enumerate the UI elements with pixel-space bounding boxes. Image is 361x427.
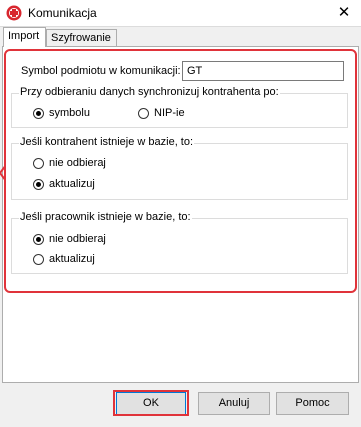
tab-import[interactable]: Import <box>3 27 46 47</box>
radio-contractor-update[interactable]: aktualizuj <box>33 178 95 190</box>
radio-contractor-skip[interactable]: nie odbieraj <box>33 157 106 169</box>
radio-employee-update[interactable]: aktualizuj <box>33 253 95 265</box>
radio-contractor-update-label: aktualizuj <box>49 178 95 190</box>
radio-sync-symbol[interactable]: symbolu <box>33 107 90 119</box>
symbol-input[interactable]: GT <box>182 61 344 81</box>
dialog-window: Komunikacja ✕ Import Szyfrowanie Symbol … <box>0 0 361 427</box>
radio-button-icon <box>33 107 44 119</box>
radio-employee-skip-label: nie odbieraj <box>49 233 106 245</box>
window-title: Komunikacja <box>28 6 97 20</box>
employee-groupbox: Jeśli pracownik istnieje w bazie, to: <box>11 211 348 274</box>
contractor-group-legend: Jeśli kontrahent istnieje w bazie, to: <box>19 136 195 148</box>
symbol-label: Symbol podmiotu w komunikacji: <box>21 65 181 77</box>
tab-szyfrowanie-label: Szyfrowanie <box>51 32 111 44</box>
radio-sync-nip[interactable]: NIP-ie <box>138 107 185 119</box>
radio-employee-update-label: aktualizuj <box>49 253 95 265</box>
app-logo-icon <box>6 5 22 21</box>
tab-szyfrowanie[interactable]: Szyfrowanie <box>46 29 117 47</box>
radio-button-icon <box>33 178 44 190</box>
title-bar: Komunikacja ✕ <box>0 0 361 27</box>
tab-import-label: Import <box>8 30 40 42</box>
radio-button-icon <box>33 253 44 265</box>
radio-contractor-skip-label: nie odbieraj <box>49 157 106 169</box>
close-icon: ✕ <box>337 4 351 21</box>
contractor-groupbox: Jeśli kontrahent istnieje w bazie, to: <box>11 136 348 200</box>
employee-group-legend: Jeśli pracownik istnieje w bazie, to: <box>19 211 192 223</box>
radio-employee-skip[interactable]: nie odbieraj <box>33 233 106 245</box>
symbol-input-value: GT <box>187 65 203 77</box>
radio-button-icon <box>138 107 149 119</box>
ok-highlight-frame <box>113 390 189 416</box>
highlight-pointer <box>0 165 6 181</box>
cancel-button[interactable]: Anuluj <box>198 392 270 415</box>
radio-sync-nip-label: NIP-ie <box>154 107 185 119</box>
radio-sync-symbol-label: symbolu <box>49 107 90 119</box>
close-button[interactable]: ✕ <box>327 0 361 26</box>
sync-group-legend: Przy odbieraniu danych synchronizuj kont… <box>19 86 280 98</box>
help-button[interactable]: Pomoc <box>276 392 349 415</box>
radio-button-icon <box>33 233 44 245</box>
radio-button-icon <box>33 157 44 169</box>
